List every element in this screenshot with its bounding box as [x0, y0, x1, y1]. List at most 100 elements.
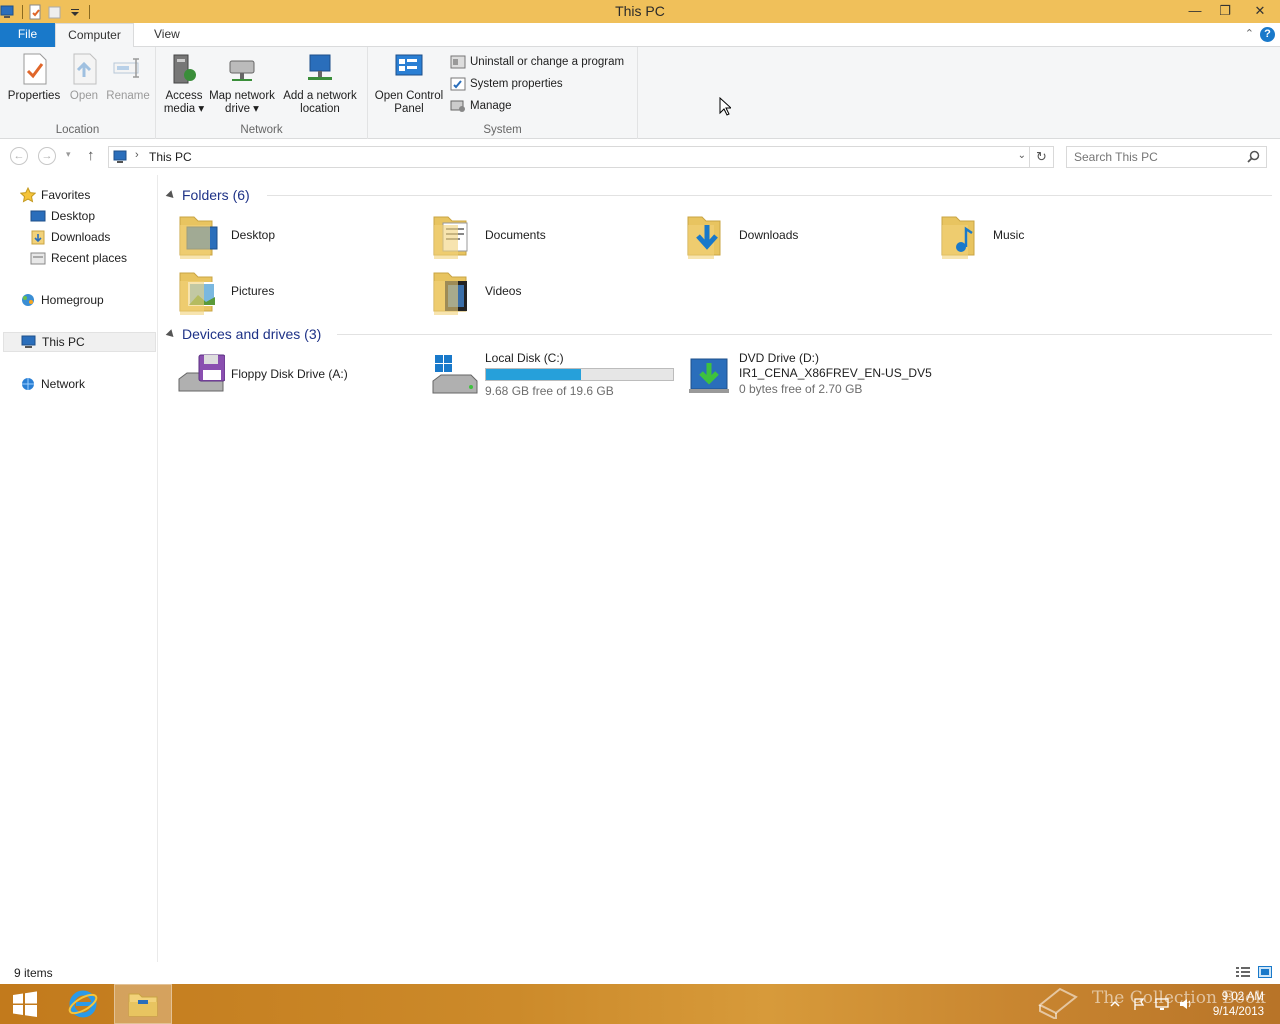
- breadcrumb-chevron-icon[interactable]: ›: [135, 149, 139, 161]
- folder-item[interactable]: Desktop: [177, 209, 417, 261]
- up-button[interactable]: ↑: [87, 147, 95, 164]
- address-toolbar: ← → ▾ ↑ › This PC ⌄ ↻: [0, 139, 1280, 175]
- folder-item[interactable]: Videos: [431, 265, 671, 317]
- control-panel-icon: [395, 54, 423, 76]
- homegroup-icon: [22, 294, 34, 306]
- drive-name: Floppy Disk Drive (A:): [231, 367, 348, 381]
- system-properties-button[interactable]: System properties: [450, 75, 563, 93]
- add-network-location-button[interactable]: Add a network location: [280, 51, 360, 116]
- uninstall-program-button[interactable]: Uninstall or change a program: [450, 53, 624, 71]
- desktop-icon: [30, 210, 46, 222]
- large-icons-view-icon[interactable]: [1258, 966, 1272, 978]
- location-group-label: Location: [55, 124, 100, 136]
- manage-icon: [450, 100, 465, 112]
- system-group-label: System: [483, 124, 522, 136]
- drive-item[interactable]: Floppy Disk Drive (A:): [177, 351, 417, 401]
- group-header-devices[interactable]: Devices and drives (3): [165, 324, 1272, 344]
- action-center-flag-icon[interactable]: [1132, 997, 1146, 1011]
- map-network-drive-button[interactable]: Map network drive ▾: [206, 51, 278, 116]
- add-network-location-label: Add a network location: [283, 90, 357, 115]
- close-button[interactable]: ✕: [1240, 0, 1280, 23]
- search-icon[interactable]: [1247, 150, 1260, 163]
- nav-recent-places[interactable]: Recent places: [30, 248, 127, 268]
- local-disk-icon: [432, 355, 478, 394]
- nav-this-pc[interactable]: This PC: [3, 332, 156, 352]
- recent-places-icon: [30, 252, 46, 265]
- nav-label: Favorites: [41, 188, 91, 202]
- disk-usage-bar: [485, 368, 674, 381]
- folder-item[interactable]: Documents: [431, 209, 671, 261]
- nav-label: Network: [41, 377, 86, 391]
- drive-item[interactable]: DVD Drive (D:) IR1_CENA_X86FREV_EN-US_DV…: [685, 351, 945, 401]
- address-bar[interactable]: › This PC ⌄: [108, 146, 1030, 168]
- open-label: Open: [69, 90, 99, 102]
- windows-logo-icon: [13, 991, 37, 1017]
- maximize-button[interactable]: ❐: [1210, 0, 1240, 23]
- clock[interactable]: 9:02 AM 9/14/2013: [1213, 990, 1264, 1020]
- downloads-folder-icon: [31, 230, 45, 245]
- uninstall-icon: [450, 55, 466, 69]
- tab-view[interactable]: View: [140, 23, 194, 47]
- recent-locations-icon[interactable]: ▾: [66, 149, 71, 160]
- folder-videos-icon: [433, 272, 467, 315]
- internet-explorer-button[interactable]: [54, 984, 112, 1024]
- back-button[interactable]: ←: [10, 147, 28, 165]
- refresh-button[interactable]: ↻: [1030, 146, 1054, 168]
- address-dropdown-icon[interactable]: ⌄: [1018, 150, 1026, 161]
- details-view-icon[interactable]: [1236, 966, 1250, 978]
- properties-icon: [23, 53, 47, 85]
- breadcrumb-this-pc[interactable]: This PC: [149, 150, 192, 164]
- minimize-ribbon-icon[interactable]: ⌃: [1245, 27, 1254, 40]
- open-control-panel-button[interactable]: Open Control Panel: [372, 51, 446, 116]
- content-pane: Folders (6) Desktop Documents Downloads …: [159, 175, 1280, 962]
- help-icon[interactable]: ?: [1260, 27, 1275, 42]
- this-pc-icon: [21, 335, 36, 348]
- network-icon: [22, 378, 34, 390]
- folder-item[interactable]: Pictures: [177, 265, 417, 317]
- nav-desktop[interactable]: Desktop: [30, 206, 95, 226]
- drive-free-space: 0 bytes free of 2.70 GB: [739, 382, 863, 396]
- minimize-button[interactable]: —: [1180, 0, 1210, 23]
- start-button[interactable]: [0, 984, 50, 1024]
- open-button[interactable]: Open: [64, 51, 104, 103]
- manage-button[interactable]: Manage: [450, 97, 512, 115]
- navigation-pane: Favorites Desktop Downloads Recent place…: [0, 175, 158, 962]
- tab-computer[interactable]: Computer: [55, 23, 134, 48]
- collapse-triangle-icon[interactable]: [165, 328, 177, 340]
- forward-button[interactable]: →: [38, 147, 56, 165]
- access-media-button[interactable]: Access media ▾: [162, 51, 206, 116]
- folder-pictures-icon: [179, 272, 216, 315]
- volume-icon[interactable]: [1178, 997, 1192, 1011]
- collapse-triangle-icon[interactable]: [165, 189, 177, 201]
- drive-item[interactable]: Local Disk (C:) 9.68 GB free of 19.6 GB: [431, 351, 681, 401]
- drive-name: DVD Drive (D:): [739, 351, 819, 365]
- folder-label: Desktop: [231, 228, 276, 242]
- nav-downloads[interactable]: Downloads: [30, 227, 110, 247]
- open-icon: [73, 53, 97, 85]
- folder-item[interactable]: Music: [939, 209, 1179, 261]
- folder-label: Pictures: [231, 284, 275, 298]
- drive-free-space: 9.68 GB free of 19.6 GB: [485, 384, 614, 398]
- tab-file[interactable]: File: [0, 23, 55, 47]
- nav-homegroup[interactable]: Homegroup: [20, 290, 104, 310]
- access-media-icon: [173, 54, 196, 84]
- group-header-folders[interactable]: Folders (6): [165, 185, 1272, 205]
- network-group-label: Network: [240, 124, 283, 136]
- file-explorer-button[interactable]: [114, 984, 172, 1024]
- rename-button[interactable]: Rename: [104, 51, 152, 103]
- folder-item[interactable]: Downloads: [685, 209, 925, 261]
- search-box[interactable]: [1066, 146, 1267, 168]
- manage-label: Manage: [470, 100, 512, 112]
- properties-button[interactable]: Properties: [6, 51, 62, 103]
- clock-date: 9/14/2013: [1212, 1006, 1264, 1018]
- nav-label: Recent places: [51, 251, 128, 265]
- search-input[interactable]: [1067, 147, 1237, 167]
- folder-label: Music: [993, 228, 1025, 242]
- network-tray-icon[interactable]: [1155, 997, 1169, 1011]
- folder-music-icon: [941, 216, 975, 259]
- nav-network[interactable]: Network: [20, 374, 85, 394]
- nav-favorites[interactable]: Favorites: [20, 185, 90, 205]
- ribbon: Properties Open Rename Location Access m…: [0, 47, 1280, 139]
- show-hidden-icons-icon[interactable]: [1108, 997, 1122, 1011]
- status-bar: 9 items: [0, 962, 1280, 984]
